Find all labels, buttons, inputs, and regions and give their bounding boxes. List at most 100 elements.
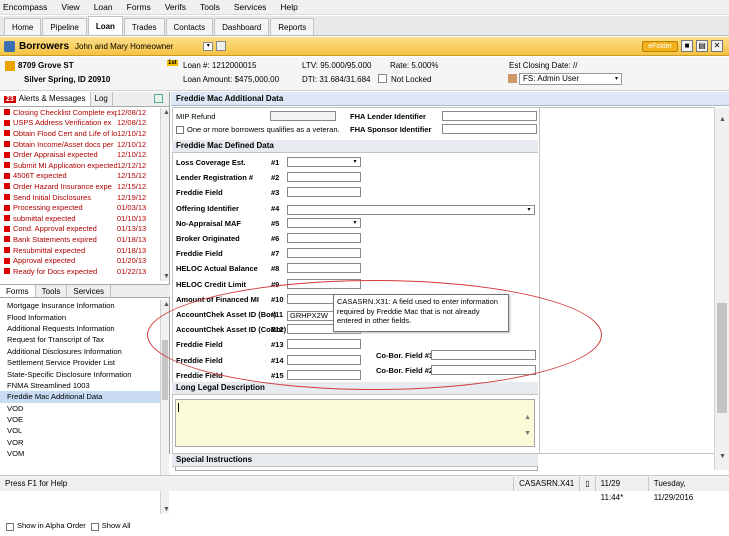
- veteran-checkbox[interactable]: One or more borrowers qualifies as a vet…: [176, 125, 340, 135]
- status-time: 11/29 11:44*: [594, 476, 648, 502]
- forms-list: Mortgage Insurance Information Flood Info…: [0, 300, 160, 459]
- tab-alerts[interactable]: 23 Alerts & Messages: [0, 92, 91, 106]
- long-legal-textarea[interactable]: ▲ ▼: [175, 399, 535, 447]
- defined-field-input[interactable]: [287, 248, 361, 259]
- add-alert-icon[interactable]: [154, 94, 163, 103]
- alert-item[interactable]: USPS Address Verification ex 12/08/12: [0, 118, 169, 129]
- section-defined-data: Freddie Mac Defined Data: [172, 140, 538, 153]
- fha-lender-field[interactable]: [442, 111, 537, 121]
- form-list-item[interactable]: Settlement Service Provider List: [0, 357, 160, 368]
- alert-item[interactable]: Resubmittal expected 01/18/13: [0, 245, 169, 256]
- defined-field-input[interactable]: [287, 263, 361, 274]
- alpha-order-checkbox[interactable]: Show in Alpha Order: [6, 521, 86, 531]
- field-label: Offering Identifier: [176, 203, 239, 213]
- form-list-item[interactable]: Freddie Mac Additional Data: [0, 391, 160, 403]
- alert-icon: [4, 119, 10, 126]
- alert-icon: [4, 257, 10, 264]
- alert-icon: [4, 183, 10, 190]
- tab-loan[interactable]: Loan: [87, 16, 123, 35]
- alert-item[interactable]: Obtain Income/Asset docs per 12/10/12: [0, 139, 169, 150]
- alert-item[interactable]: Ready for Docs expected 01/22/13: [0, 266, 169, 277]
- highlight-ellipse: [147, 280, 602, 390]
- tab-contacts[interactable]: Contacts: [165, 18, 214, 35]
- field-label: HELOC Actual Balance: [176, 264, 258, 274]
- tab-log[interactable]: Log: [91, 92, 113, 106]
- loan-number: Loan #: 1212000015: [183, 61, 257, 70]
- alert-item[interactable]: Obtain Flood Cert and Life of lo 12/10/12: [0, 128, 169, 139]
- menu-tools[interactable]: Tools: [200, 2, 220, 12]
- tab-reports[interactable]: Reports: [270, 18, 315, 35]
- est-closing-date: Est Closing Date: //: [509, 61, 578, 70]
- loan-info-bar: 8709 Grove ST Silver Spring, ID 20910 1s…: [0, 57, 729, 91]
- status-doc-icon[interactable]: ▯: [579, 476, 594, 491]
- alert-item[interactable]: Send Initial Disclosures 12/19/12: [0, 192, 169, 203]
- loan-officer-select[interactable]: FS: Admin User ▾: [519, 73, 622, 85]
- form-list-item[interactable]: Additional Requests Information: [0, 323, 160, 334]
- print-icon[interactable]: ▤: [696, 40, 708, 52]
- alert-item[interactable]: Order Hazard Insurance expe 12/15/12: [0, 181, 169, 192]
- defined-field-input[interactable]: [287, 187, 361, 198]
- form-list-item[interactable]: VOL: [0, 425, 160, 436]
- menu-loan[interactable]: Loan: [94, 2, 113, 12]
- form-list-item[interactable]: VOD: [0, 403, 160, 414]
- alert-item[interactable]: Processing expected 01/03/13: [0, 202, 169, 213]
- tab-pipeline[interactable]: Pipeline: [42, 18, 87, 35]
- alert-item[interactable]: Submit MI Application expected 12/12/12: [0, 160, 169, 171]
- alert-date: 01/20/13: [117, 256, 147, 266]
- mip-refund-label: MIP Refund: [176, 112, 216, 121]
- form-list-item[interactable]: Request for Transcript of Tax: [0, 334, 160, 345]
- form-list-item[interactable]: VOM: [0, 448, 160, 459]
- menu-services[interactable]: Services: [234, 2, 267, 12]
- mip-refund-field[interactable]: [270, 111, 336, 121]
- menu-encompass[interactable]: Encompass: [3, 2, 47, 12]
- section-special-instructions: Special Instructions: [172, 454, 538, 467]
- form-list-item[interactable]: Flood Information: [0, 311, 160, 322]
- alerts-scrollbar[interactable]: ▲ ▼: [160, 108, 170, 281]
- tab-trades[interactable]: Trades: [123, 18, 165, 35]
- alert-date: 12/15/12: [117, 171, 147, 181]
- form-list-item[interactable]: FNMA Streamlined 1003: [0, 380, 160, 391]
- property-city: Silver Spring, ID 20910: [24, 75, 111, 84]
- field-number: #1: [271, 158, 280, 167]
- alert-message: Order Appraisal expected: [13, 150, 98, 160]
- show-all-checkbox[interactable]: Show All: [90, 521, 131, 531]
- defined-field-input[interactable]: ▾: [287, 157, 361, 167]
- form-list-item[interactable]: State-Specific Disclosure Information: [0, 368, 160, 379]
- save-icon[interactable]: ■: [681, 40, 693, 52]
- alert-item[interactable]: 4506T expected 12/15/12: [0, 171, 169, 182]
- form-list-item[interactable]: VOE: [0, 414, 160, 425]
- form-list-item[interactable]: VOR: [0, 437, 160, 448]
- borrower-dropdown-icon[interactable]: ▾: [203, 41, 214, 51]
- close-icon[interactable]: ✕: [711, 40, 723, 52]
- defined-field-input[interactable]: [287, 172, 361, 183]
- tab-home[interactable]: Home: [4, 18, 42, 35]
- alert-item[interactable]: Cond. Approval expected 01/13/13: [0, 224, 169, 235]
- form-list-item[interactable]: Additional Disclosures Information: [0, 346, 160, 357]
- defined-field-input[interactable]: [287, 233, 361, 243]
- tab-tools[interactable]: Tools: [36, 285, 68, 297]
- left-panel: 23 Alerts & Messages Log Closing Checklis…: [0, 92, 170, 531]
- alert-item[interactable]: Approval expected 01/20/13: [0, 255, 169, 266]
- offering-identifier-select[interactable]: ▾: [287, 205, 535, 215]
- main-scrollbar[interactable]: ▲ ▼: [714, 108, 729, 470]
- efolder-button[interactable]: eFolder: [642, 40, 678, 52]
- borrowers-icon: [4, 40, 15, 52]
- alert-item[interactable]: Bank Statements expired 01/18/13: [0, 234, 169, 245]
- menu-verifs[interactable]: Verifs: [165, 2, 186, 12]
- borrower-edit-icon[interactable]: [216, 41, 227, 51]
- alert-item[interactable]: Order Appraisal expected 12/10/12: [0, 149, 169, 160]
- menu-view[interactable]: View: [61, 2, 79, 12]
- alert-item[interactable]: Closing Checklist Complete exp 12/08/12: [0, 107, 169, 118]
- alert-item[interactable]: submittal expected 01/10/13: [0, 213, 169, 224]
- fha-sponsor-field[interactable]: [442, 124, 537, 134]
- menu-help[interactable]: Help: [280, 2, 297, 12]
- alert-date: 12/08/12: [117, 107, 147, 117]
- tab-forms[interactable]: Forms: [0, 285, 36, 297]
- alert-message: Processing expected: [13, 203, 83, 213]
- tab-dashboard[interactable]: Dashboard: [214, 18, 270, 35]
- menu-forms[interactable]: Forms: [127, 2, 151, 12]
- form-list-item[interactable]: Mortgage Insurance Information: [0, 300, 160, 311]
- defined-field-input[interactable]: ▾: [287, 217, 361, 228]
- alert-icon: [4, 130, 10, 137]
- tab-services[interactable]: Services: [67, 285, 112, 297]
